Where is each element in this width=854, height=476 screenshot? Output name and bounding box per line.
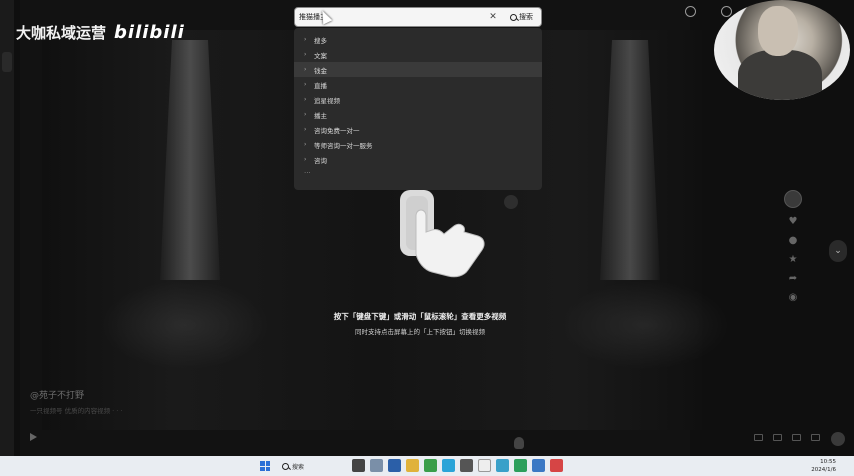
danmaku-icon[interactable] bbox=[754, 433, 763, 441]
windows-taskbar: 搜索 10:55 2024/1/6 bbox=[0, 456, 854, 476]
chevron-right-icon: › bbox=[304, 96, 307, 103]
assistant-button[interactable] bbox=[831, 432, 845, 446]
taskbar-apps bbox=[352, 459, 563, 472]
webcam-person-body bbox=[738, 50, 822, 100]
search-button-label: 搜索 bbox=[519, 13, 533, 21]
taskbar-search[interactable]: 搜索 bbox=[282, 459, 342, 473]
suggestion-item[interactable]: › 文案 bbox=[294, 47, 542, 62]
app-stage: 大咖私域运营 bilibili ✕ 搜索 › 搜多 › 文案 › bbox=[0, 0, 854, 456]
suggestion-item[interactable]: › 等师咨询一对一服务 bbox=[294, 137, 542, 152]
task-view-icon[interactable] bbox=[352, 459, 365, 472]
search-button[interactable]: 搜索 bbox=[506, 12, 537, 22]
guide-line-2: 同时支持点击屏幕上的「上下按钮」切换视频 bbox=[355, 328, 485, 336]
app-icon-6[interactable] bbox=[550, 459, 563, 472]
suggestion-label: 等师咨询一对一服务 bbox=[314, 141, 373, 150]
chevron-right-icon: › bbox=[304, 36, 307, 43]
message-icon bbox=[720, 6, 732, 17]
app-icon-4[interactable] bbox=[496, 459, 509, 472]
taskbar-search-label: 搜索 bbox=[292, 463, 305, 471]
app-icon-1[interactable] bbox=[370, 459, 383, 472]
wechat-icon[interactable] bbox=[514, 459, 527, 472]
chevron-right-icon: › bbox=[304, 66, 307, 73]
creator-avatar[interactable] bbox=[784, 190, 802, 208]
video-author[interactable]: @苑子不打野 bbox=[30, 388, 84, 401]
action-rail: ♥ ● ★ ➦ ◉ bbox=[778, 190, 808, 303]
next-video-button[interactable]: ⌄ bbox=[829, 240, 847, 262]
suggestion-label: 直播 bbox=[314, 81, 327, 90]
volume-icon[interactable] bbox=[792, 433, 801, 441]
more-button[interactable]: ◉ bbox=[789, 292, 798, 303]
chevron-down-icon: ⌄ bbox=[834, 246, 842, 256]
file-explorer-icon[interactable] bbox=[406, 459, 419, 472]
edge-icon[interactable] bbox=[442, 459, 455, 472]
chevron-right-icon: › bbox=[304, 141, 307, 148]
chevron-right-icon: › bbox=[304, 111, 307, 118]
webcam-overlay bbox=[714, 0, 850, 100]
star-icon: ★ bbox=[788, 254, 798, 265]
player-controls-right bbox=[754, 433, 820, 441]
suggestion-item[interactable]: › 播主 bbox=[294, 107, 542, 122]
clock-time: 10:55 bbox=[820, 459, 836, 465]
suggestion-item[interactable]: › 咨询 bbox=[294, 152, 542, 167]
guide-line-1: 按下「键盘下键」或滑动「鼠标滚轮」查看更多视频 bbox=[333, 312, 507, 321]
clock-icon bbox=[684, 6, 696, 17]
app-icon-3[interactable] bbox=[460, 459, 473, 472]
app-icon-2[interactable] bbox=[388, 459, 401, 472]
suggestion-label: 钱金 bbox=[314, 66, 327, 75]
chevron-right-icon: › bbox=[304, 126, 307, 133]
settings-icon[interactable] bbox=[773, 433, 782, 441]
bilibili-logo: bilibili bbox=[114, 22, 185, 43]
suggestion-item[interactable]: › 追星视频 bbox=[294, 92, 542, 107]
suggestion-label: 搜多 bbox=[314, 36, 327, 45]
play-icon[interactable] bbox=[30, 433, 38, 441]
share-icon: ➦ bbox=[788, 273, 798, 284]
chevron-right-icon: › bbox=[304, 156, 307, 163]
comment-button[interactable]: ● bbox=[789, 235, 798, 246]
top-right-icons bbox=[678, 6, 738, 17]
more-icon: ◉ bbox=[788, 292, 798, 303]
comment-icon: ● bbox=[788, 235, 798, 246]
suggestion-label: 追星视频 bbox=[314, 96, 340, 105]
windows-start-icon[interactable] bbox=[260, 461, 270, 471]
watermark: 大咖私域运营 bilibili bbox=[16, 22, 185, 43]
watermark-text: 大咖私域运营 bbox=[16, 24, 107, 42]
left-sidebar bbox=[0, 0, 14, 456]
center-indicator bbox=[504, 195, 518, 209]
heart-icon: ♥ bbox=[788, 216, 798, 227]
suggestion-label: 播主 bbox=[314, 111, 327, 120]
suggestion-item[interactable]: › 钱金 bbox=[294, 62, 542, 77]
search-icon bbox=[282, 462, 289, 470]
favorite-button[interactable]: ★ bbox=[789, 254, 798, 265]
search-suggestions: › 搜多 › 文案 › 钱金 › 直播 › 追星视频 › 播主 › 咨询免费一对… bbox=[294, 28, 542, 190]
microphone-icon bbox=[514, 437, 524, 449]
fullscreen-icon[interactable] bbox=[811, 433, 820, 441]
suggestion-item[interactable]: › 直播 bbox=[294, 77, 542, 92]
like-button[interactable]: ♥ bbox=[789, 216, 798, 227]
floor-spot-left bbox=[100, 280, 270, 370]
chevron-right-icon: › bbox=[304, 81, 307, 88]
taskbar-clock[interactable]: 10:55 2024/1/6 bbox=[796, 458, 836, 474]
sidebar-toggle[interactable] bbox=[2, 52, 12, 72]
chrome-icon[interactable] bbox=[424, 459, 437, 472]
suggestion-label: 咨询 bbox=[314, 156, 327, 165]
chevron-right-icon: › bbox=[304, 51, 307, 58]
clock-date: 2024/1/6 bbox=[811, 467, 836, 473]
video-description: 一只视频号 优质的内容视频 · · · bbox=[30, 407, 123, 415]
webcam-person-head bbox=[758, 6, 798, 56]
app-icon-5[interactable] bbox=[532, 459, 545, 472]
floor-spot-right bbox=[560, 280, 730, 370]
search-icon bbox=[510, 13, 517, 21]
share-button[interactable]: ➦ bbox=[789, 273, 797, 284]
suggestion-label: 咨询免费一对一 bbox=[314, 126, 360, 135]
suggestion-label: 文案 bbox=[314, 51, 327, 60]
swipe-hand-icon bbox=[400, 190, 485, 278]
text-icon[interactable] bbox=[478, 459, 491, 472]
top-icon-1[interactable] bbox=[678, 6, 702, 17]
clear-search-button[interactable]: ✕ bbox=[488, 11, 498, 23]
player-controls bbox=[20, 428, 820, 446]
suggestions-more: ... bbox=[304, 167, 311, 175]
suggestion-item[interactable]: › 搜多 bbox=[294, 32, 542, 47]
suggestion-item[interactable]: › 咨询免费一对一 bbox=[294, 122, 542, 137]
